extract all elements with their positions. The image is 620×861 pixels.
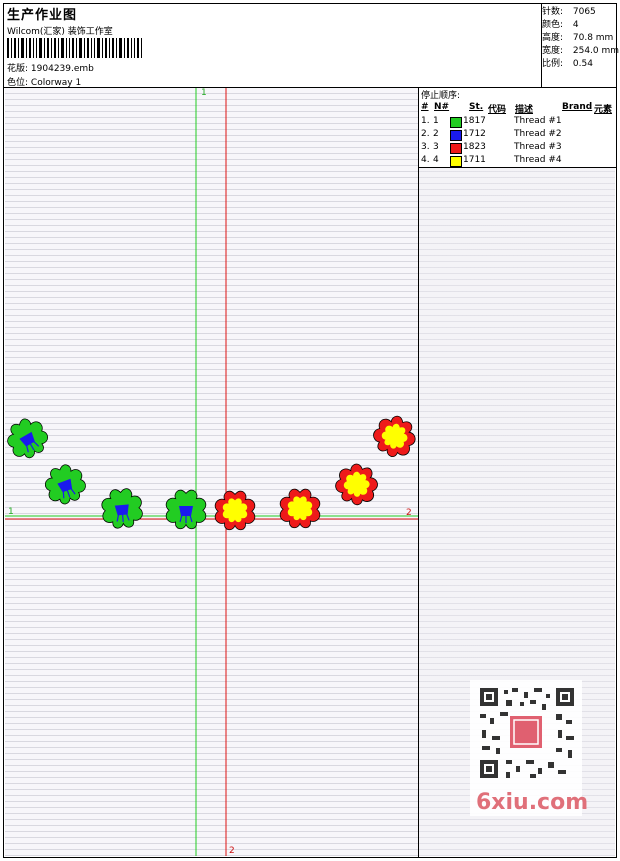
left-axis-label: 1 <box>8 507 14 517</box>
flower-red-1 <box>214 490 256 531</box>
red-axis-bottom-label: 2 <box>229 846 235 856</box>
flower-red-4 <box>367 409 418 464</box>
col-header-code: 代码 <box>488 105 507 115</box>
green-axis-top-label: 1 <box>201 88 207 98</box>
watermark-text: 6xiu.com <box>476 790 589 815</box>
barcode <box>7 38 142 58</box>
stats-panel: 针数: 7065 颜色: 4 高度: 70.8 mm 宽度: 254.0 mm … <box>542 6 619 71</box>
flower-green-1 <box>5 412 54 465</box>
col-header-element: 元素 <box>594 105 613 115</box>
flower-red-2 <box>279 488 321 529</box>
col-header-hash: # <box>421 102 429 112</box>
stop-sequence-title: 停止顺序: <box>421 91 461 101</box>
pattern-info: 花版: 1904239.emb <box>7 64 94 74</box>
design-canvas[interactable]: 1 2 1 2 <box>5 88 418 856</box>
stat-width: 宽度: 254.0 mm <box>542 46 620 56</box>
qr-code-icon <box>480 688 574 778</box>
col-header-desc: 描述 <box>515 105 534 115</box>
stat-scale: 比例: 0.54 <box>542 59 593 69</box>
col-header-brand: Brand <box>562 102 593 112</box>
stat-height: 高度: 70.8 mm <box>542 33 614 43</box>
col-header-st: St. <box>469 102 484 112</box>
color-swatch <box>450 143 462 154</box>
stat-stitches: 针数: 7065 <box>542 7 596 17</box>
page-title: 生产作业图 <box>7 8 78 23</box>
studio-name: Wilcom(汇家) 装饰工作室 <box>7 27 113 37</box>
col-header-n: N# <box>434 102 450 112</box>
flower-green-3 <box>99 486 145 531</box>
color-swatch <box>450 130 462 141</box>
color-swatch <box>450 117 462 128</box>
flower-red-3 <box>330 458 383 511</box>
flower-green-4 <box>165 489 207 530</box>
color-swatch <box>450 156 462 167</box>
design-svg <box>5 88 418 856</box>
right-axis-label: 2 <box>406 508 412 518</box>
flower-green-2 <box>40 459 91 510</box>
stat-colors: 颜色: 4 <box>542 20 579 30</box>
